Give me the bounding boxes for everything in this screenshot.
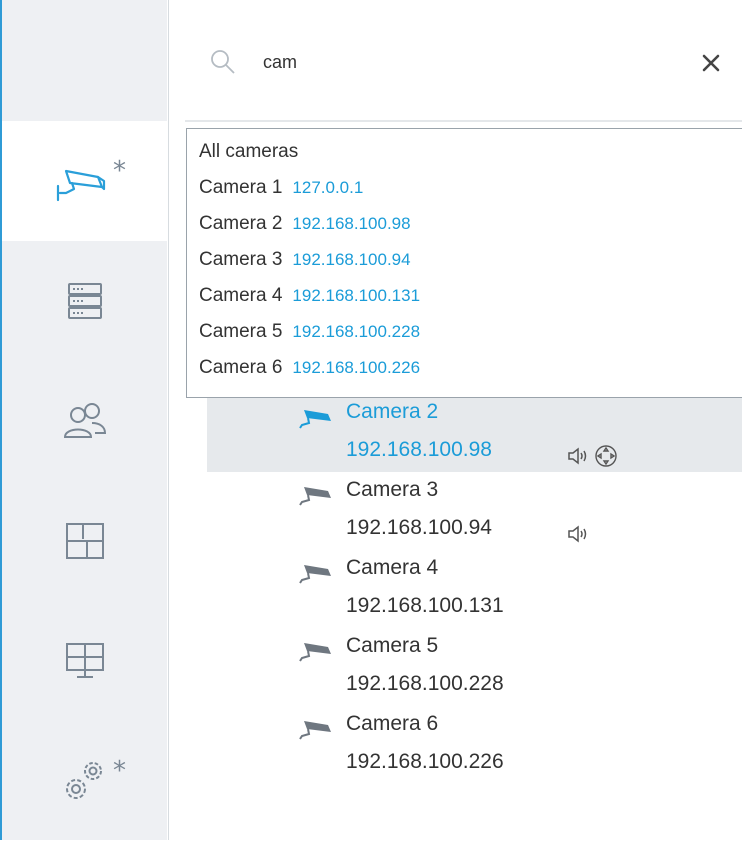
- suggestion-ip: 192.168.100.98: [292, 214, 411, 233]
- camera-icon: [56, 169, 105, 202]
- cameras-badge: *: [113, 156, 126, 186]
- camera-ip: 192.168.100.226: [346, 750, 504, 773]
- suggestion-name: Camera 5: [199, 321, 283, 342]
- sidebar: * *: [2, 0, 167, 840]
- suggestion-ip: 192.168.100.226: [292, 358, 421, 377]
- sidebar-item-settings[interactable]: *: [2, 721, 167, 841]
- camera-icon: [299, 643, 331, 662]
- camera-icon: [299, 487, 331, 506]
- camera-name: Camera 4: [346, 556, 439, 579]
- suggestion-name: Camera 4: [199, 285, 283, 306]
- sidebar-item-servers[interactable]: [2, 241, 167, 361]
- sidebar-divider: [168, 0, 169, 840]
- camera-ip: 192.168.100.131: [346, 594, 504, 617]
- audio-icon[interactable]: [567, 446, 591, 466]
- search-suggestions: All cameras Camera 1 127.0.0.1 Camera 2 19…: [186, 128, 742, 398]
- camera-icon: [299, 565, 331, 584]
- suggestion-item[interactable]: Camera 2 192.168.100.98: [199, 213, 411, 235]
- suggestion-item[interactable]: Camera 1 127.0.0.1: [199, 177, 363, 199]
- suggestion-ip: 192.168.100.131: [292, 286, 421, 305]
- camera-name: Camera 3: [346, 478, 439, 501]
- server-icon: [67, 283, 102, 319]
- monitor-icon: [65, 643, 104, 678]
- suggestion-ip: 127.0.0.1: [292, 178, 364, 197]
- users-icon: [63, 403, 106, 438]
- search-input[interactable]: [263, 47, 643, 77]
- suggestion-name: Camera 1: [199, 177, 283, 198]
- layout-icon: [65, 523, 104, 559]
- sidebar-item-cameras[interactable]: *: [2, 121, 167, 241]
- ptz-icon[interactable]: [594, 444, 618, 468]
- suggestion-item[interactable]: Camera 6 192.168.100.226: [199, 357, 420, 379]
- sidebar-item-layouts[interactable]: [2, 481, 167, 601]
- suggestion-ip: 192.168.100.228: [292, 322, 421, 341]
- camera-name: Camera 6: [346, 712, 439, 735]
- search-icon: [211, 50, 235, 74]
- sidebar-item-monitors[interactable]: [2, 601, 167, 721]
- settings-badge: *: [113, 756, 126, 786]
- close-icon[interactable]: [694, 46, 728, 80]
- suggestion-all-cameras[interactable]: All cameras: [199, 141, 298, 163]
- suggestion-item[interactable]: Camera 4 192.168.100.131: [199, 285, 420, 307]
- sidebar-item-users[interactable]: [2, 361, 167, 481]
- settings-icon: [65, 762, 102, 799]
- camera-icon: [299, 721, 331, 740]
- camera-ip: 192.168.100.94: [346, 516, 492, 539]
- suggestion-name: Camera 3: [199, 249, 283, 270]
- camera-ip: 192.168.100.228: [346, 672, 504, 695]
- audio-icon[interactable]: [567, 524, 591, 544]
- suggestion-item[interactable]: Camera 5 192.168.100.228: [199, 321, 420, 343]
- suggestion-ip: 192.168.100.94: [292, 250, 411, 269]
- suggestion-item[interactable]: Camera 3 192.168.100.94: [199, 249, 411, 271]
- camera-icon: [299, 410, 331, 429]
- suggestion-name: Camera 2: [199, 213, 283, 234]
- camera-name: Camera 2: [346, 400, 439, 423]
- camera-name: Camera 5: [346, 634, 439, 657]
- suggestion-name: Camera 6: [199, 357, 283, 378]
- camera-ip: 192.168.100.98: [346, 438, 492, 461]
